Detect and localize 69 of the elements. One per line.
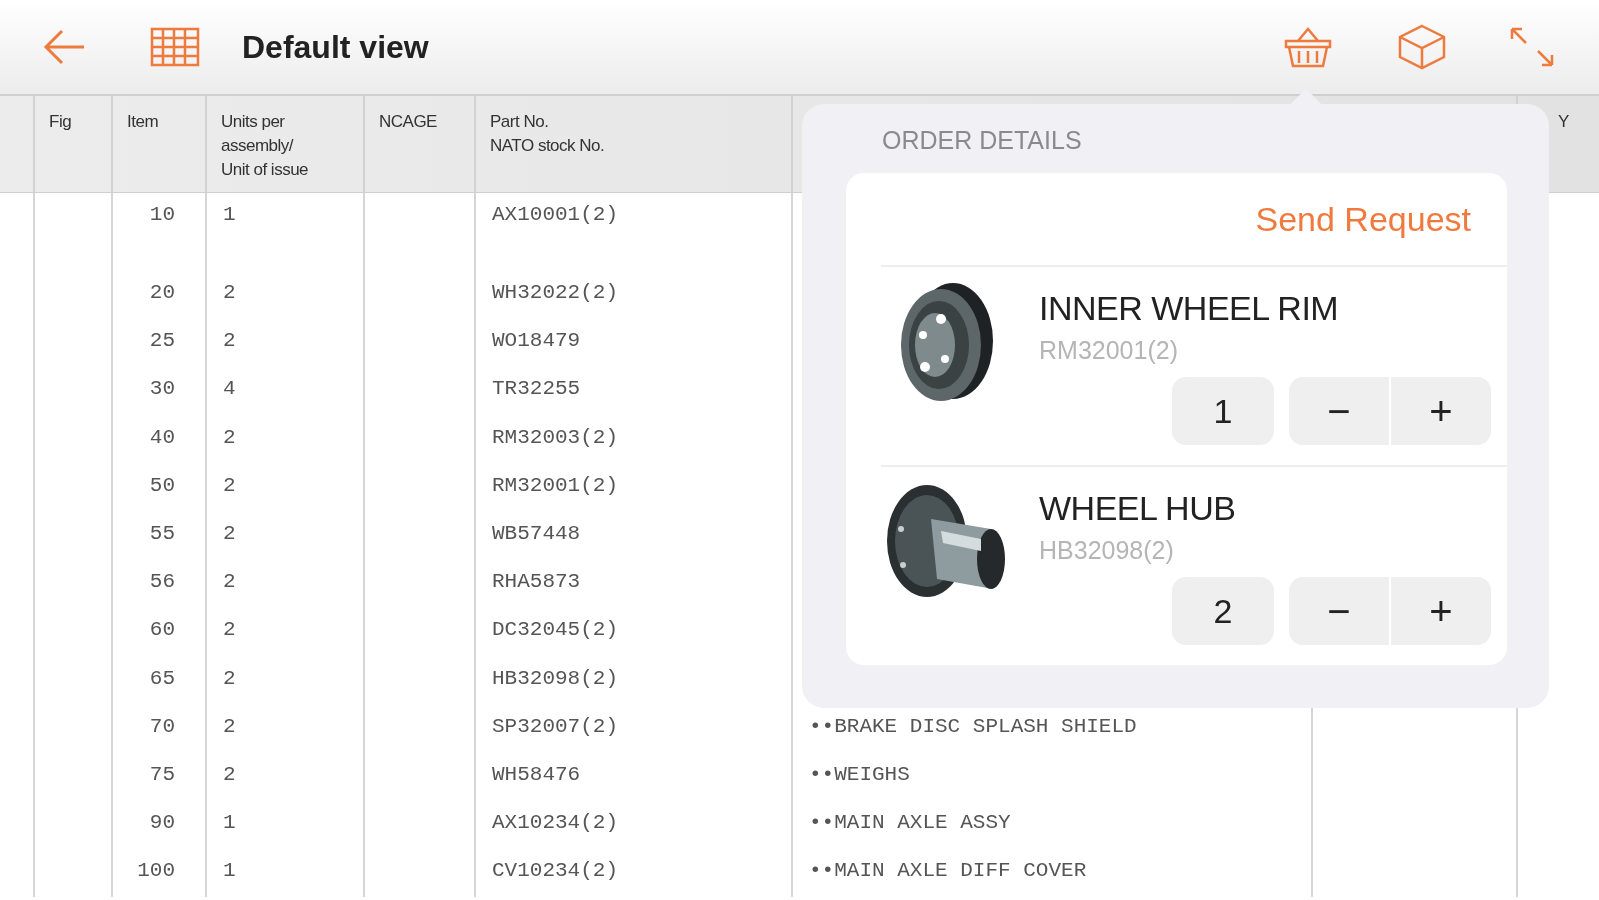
back-arrow-icon[interactable] (42, 27, 86, 67)
item-number: 10 (149, 203, 175, 226)
units-value: 2 (223, 570, 236, 594)
quantity-field[interactable]: 1 (1172, 377, 1274, 445)
item-number: 70 (149, 714, 175, 738)
quantity-field[interactable]: 2 (1172, 577, 1274, 645)
units-value: 2 (223, 666, 236, 690)
item-number: 40 (149, 425, 175, 449)
units-value: 2 (223, 714, 236, 738)
column-header: Y (1557, 111, 1570, 133)
item-number: 75 (149, 762, 175, 786)
units-value: 2 (223, 425, 236, 449)
part-description: ••BRAKE DISC SPLASH SHIELD (809, 714, 1137, 738)
part-number: AX10001(2) (492, 203, 619, 226)
item-number: 65 (149, 666, 175, 690)
part-number: RM32003(2) (492, 425, 619, 449)
item-number: 60 (149, 618, 175, 642)
part-number: HB32098(2) (492, 666, 619, 690)
plus-button[interactable]: + (1391, 577, 1491, 645)
part-description: ••MAIN AXLE ASSY (809, 811, 1011, 835)
part-number: WO18479 (492, 329, 581, 353)
column-header: NCAGE (365, 96, 476, 192)
item-number: 100 (137, 859, 175, 883)
column-header: Units per assembly/ Unit of issue (207, 96, 365, 192)
units-value: 2 (223, 281, 236, 304)
popover-title: ORDER DETAILS (882, 126, 1083, 155)
item-number: 50 (149, 473, 175, 497)
units-value: 1 (223, 811, 236, 835)
part-number: WB57448 (492, 521, 581, 545)
part-number: AX10234(2) (492, 811, 619, 835)
units-value: 1 (223, 203, 236, 226)
cube-icon[interactable] (1397, 23, 1447, 71)
part-number: CV10234(2) (492, 859, 619, 883)
part-code: RM32001(2) (1039, 336, 1179, 365)
units-value: 4 (223, 377, 236, 401)
units-value: 2 (223, 521, 236, 545)
column-header: Fig (35, 96, 113, 192)
minus-button[interactable]: − (1289, 577, 1389, 645)
item-number: 55 (149, 521, 175, 545)
part-number: SP32007(2) (492, 714, 619, 738)
plus-button[interactable]: + (1391, 377, 1491, 445)
part-code: HB32098(2) (1039, 536, 1175, 565)
item-number: 25 (149, 329, 175, 353)
item-number: 56 (149, 570, 175, 594)
part-number: WH58476 (492, 762, 581, 786)
part-number: WH32022(2) (492, 281, 619, 304)
part-number: TR32255 (492, 377, 581, 401)
expand-icon[interactable] (1509, 26, 1555, 68)
part-number: DC32045(2) (492, 618, 619, 642)
item-number: 30 (149, 377, 175, 401)
item-number: 20 (149, 281, 175, 304)
view-title: Default view (242, 28, 429, 66)
units-value: 2 (223, 329, 236, 353)
units-value: 2 (223, 762, 236, 786)
units-value: 2 (223, 473, 236, 497)
minus-button[interactable]: − (1289, 377, 1389, 445)
item-number: 90 (149, 811, 175, 835)
part-description: ••WEIGHS (809, 762, 910, 786)
table-icon[interactable] (150, 27, 200, 67)
part-description: ••MAIN AXLE DIFF COVER (809, 859, 1087, 883)
part-number: RM32001(2) (492, 473, 619, 497)
part-name: INNER WHEEL RIM (1039, 289, 1340, 328)
part-name: WHEEL HUB (1039, 489, 1237, 528)
part-number: RHA5873 (492, 570, 581, 594)
units-value: 1 (223, 859, 236, 883)
column-header: Part No. NATO stock No. (476, 96, 793, 192)
units-value: 2 (223, 618, 236, 642)
basket-icon[interactable] (1283, 25, 1333, 69)
column-header: Item (113, 96, 207, 192)
